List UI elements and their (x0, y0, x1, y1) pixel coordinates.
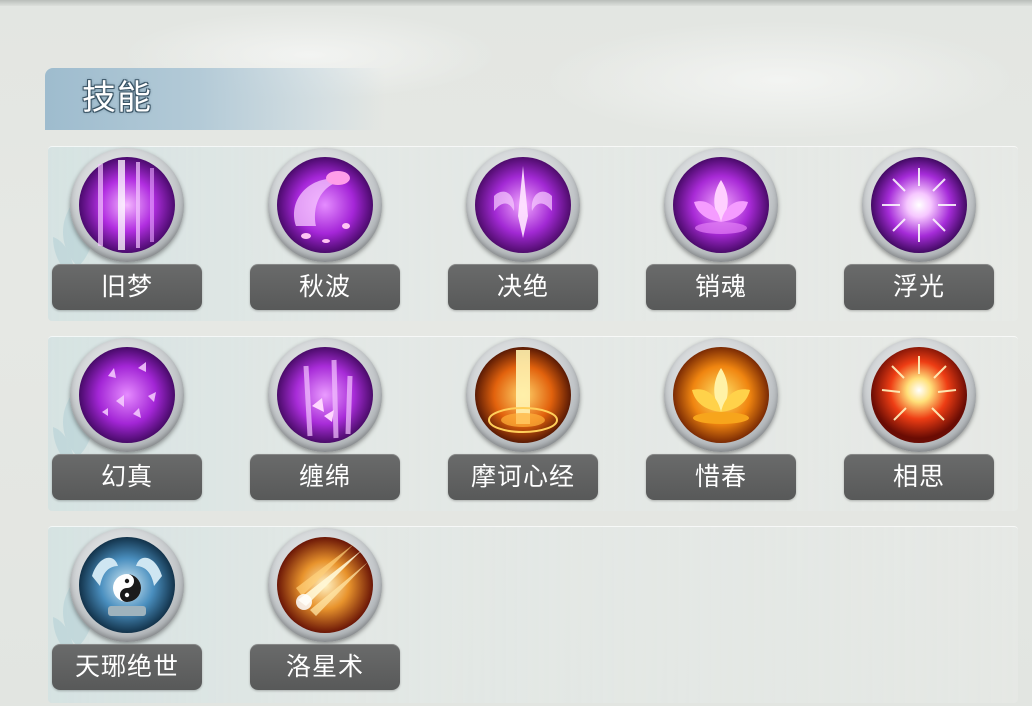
skill-orb (70, 148, 184, 262)
skill-slot-jiumeng[interactable]: 旧梦 (48, 142, 208, 312)
skill-slot-xiangsi[interactable]: 相思 (840, 332, 1000, 502)
skill-orb (664, 148, 778, 262)
purple-blade-ornament-icon (475, 157, 571, 253)
red-burst-icon (871, 347, 967, 443)
skill-orb (70, 338, 184, 452)
skill-slot-fuguang[interactable]: 浮光 (840, 142, 1000, 312)
skill-name: 缠绵 (250, 454, 400, 500)
skill-name: 决绝 (448, 264, 598, 310)
purple-butterfly-bamboo-icon (277, 347, 373, 443)
top-edge-divider (0, 0, 1032, 6)
orange-lotus-icon (673, 347, 769, 443)
skill-name: 天琊绝世 (52, 644, 202, 690)
skill-slot-xichun[interactable]: 惜春 (642, 332, 802, 502)
skill-slot-juejue[interactable]: 决绝 (444, 142, 604, 312)
skill-orb (268, 528, 382, 642)
skill-slot-xiaohun[interactable]: 销魂 (642, 142, 802, 312)
skill-name: 秋波 (250, 264, 400, 310)
skill-orb (268, 338, 382, 452)
section-title: 技能 (82, 78, 152, 118)
skill-orb (664, 338, 778, 452)
skill-orb (862, 338, 976, 452)
skill-name: 销魂 (646, 264, 796, 310)
purple-lotus-icon (673, 157, 769, 253)
skill-name: 浮光 (844, 264, 994, 310)
meteor-strike-icon (277, 537, 373, 633)
skill-slot-qiubo[interactable]: 秋波 (246, 142, 406, 312)
skill-orb (466, 338, 580, 452)
skill-orb (268, 148, 382, 262)
skill-slot-tianyajueshi[interactable]: 天琊绝世 (48, 522, 208, 692)
skill-orb (466, 148, 580, 262)
purple-butterflies-icon (79, 347, 175, 443)
skill-orb (862, 148, 976, 262)
orange-light-pillar-icon (475, 347, 571, 443)
purple-rays-icon (79, 157, 175, 253)
skill-orb (70, 528, 184, 642)
skill-slot-mohexinjing[interactable]: 摩诃心经 (444, 332, 604, 502)
skill-name: 摩诃心经 (448, 454, 598, 500)
skill-name: 相思 (844, 454, 994, 500)
skill-name: 洛星术 (250, 644, 400, 690)
background-cloud (540, 20, 1020, 140)
section-header: 技能 (45, 68, 385, 130)
skill-name: 旧梦 (52, 264, 202, 310)
purple-burst-icon (871, 157, 967, 253)
skill-slot-huanzhen[interactable]: 幻真 (48, 332, 208, 502)
skill-name: 惜春 (646, 454, 796, 500)
purple-petal-swirl-icon (277, 157, 373, 253)
skill-slot-luoxingshu[interactable]: 洛星术 (246, 522, 406, 692)
yin-yang-totem-icon (79, 537, 175, 633)
skill-slot-chanmian[interactable]: 缠绵 (246, 332, 406, 502)
skill-name: 幻真 (52, 454, 202, 500)
